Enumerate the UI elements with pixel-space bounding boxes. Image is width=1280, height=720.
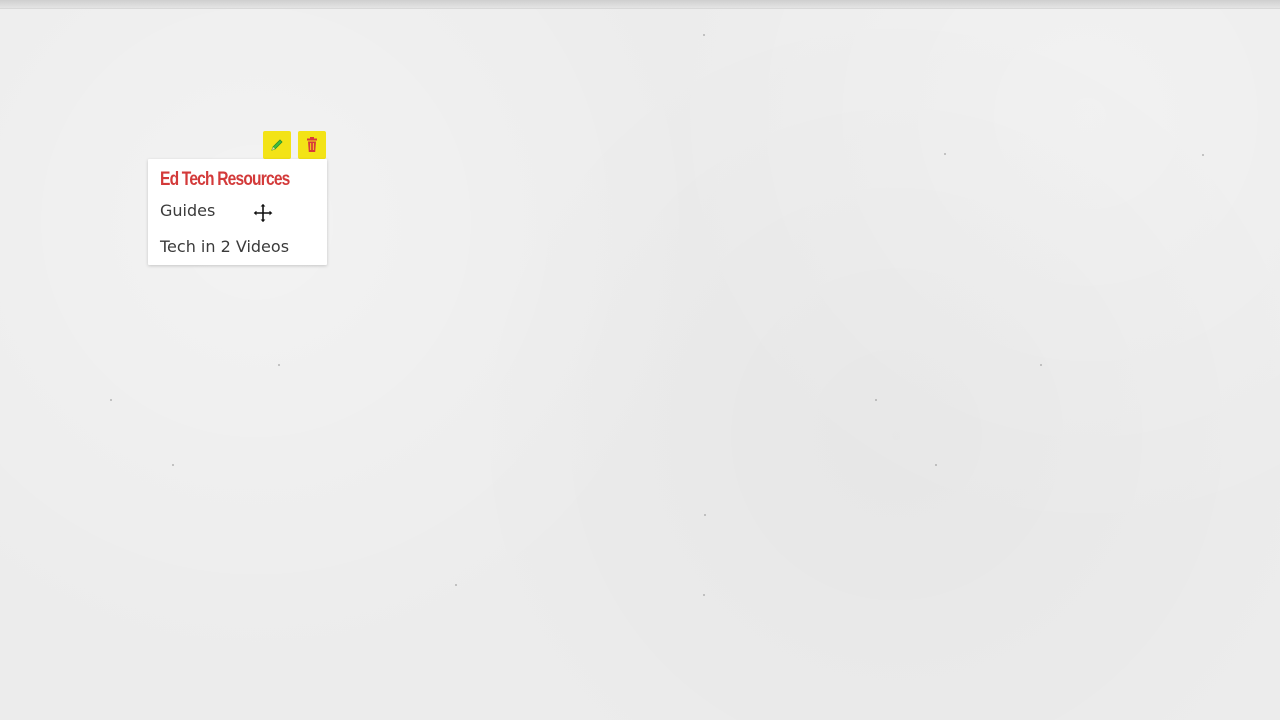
edit-note-button[interactable] [263,131,291,159]
pencil-icon [271,139,283,151]
paper-speck [703,594,705,596]
top-edge-bar [0,0,1280,9]
trash-icon [307,137,317,152]
paper-speck [1202,154,1204,156]
paper-speck [172,464,174,466]
paper-speck [455,584,457,586]
paper-speck [703,34,705,36]
paper-speck [944,153,946,155]
note-line-guides: Guides [160,201,216,220]
delete-note-button[interactable] [298,131,326,159]
paper-speck [1040,364,1042,366]
paper-speck [278,364,280,366]
note-title: Ed Tech Resources [160,169,290,190]
note-toolbar [263,131,329,159]
paper-speck [875,399,877,401]
paper-speck [110,399,112,401]
paper-speck [704,514,706,516]
paper-speck [935,464,937,466]
board-canvas[interactable] [0,9,1280,720]
sticky-note[interactable]: Ed Tech Resources Guides Tech in 2 Video… [148,159,327,265]
note-line-tech-videos: Tech in 2 Videos [160,237,290,256]
